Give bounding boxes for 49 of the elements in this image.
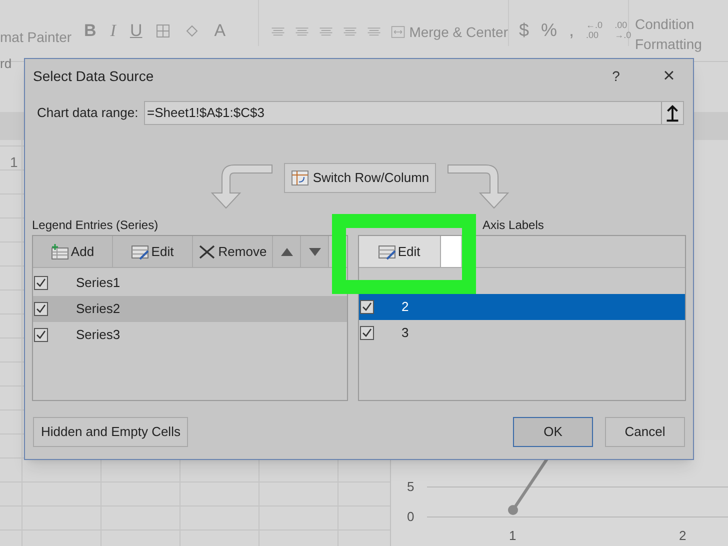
down-triangle-icon (308, 248, 320, 256)
edit-table-icon (378, 244, 396, 260)
fill-color-icon[interactable] (184, 24, 200, 38)
button-label: Formatting (635, 35, 702, 54)
move-up-button[interactable] (273, 236, 301, 267)
up-triangle-icon (280, 248, 292, 256)
clipboard-group-label: rd (0, 56, 12, 71)
panel-title: Axis Labels (482, 217, 544, 234)
axis-label: 5 (407, 479, 414, 494)
checkbox[interactable] (34, 276, 48, 290)
decimal-label: ←.0 (586, 20, 603, 30)
button-label: Condition (635, 15, 696, 34)
ok-button[interactable]: OK (513, 417, 593, 447)
checkbox[interactable] (360, 326, 374, 340)
hidden-empty-cells-button[interactable]: Hidden and Empty Cells (33, 417, 188, 447)
add-table-icon (50, 244, 69, 260)
panel-title: Legend Entries (Series) (32, 217, 160, 234)
decimal-label: .00 (586, 30, 600, 40)
field-value: =Sheet1!$A$1:$C$3 (146, 104, 266, 122)
move-down-button[interactable] (301, 236, 329, 267)
table-icon (290, 170, 309, 186)
axis-label: 1 (509, 528, 516, 543)
edit-button[interactable]: Edit (358, 236, 441, 267)
remove-button[interactable]: Remove (193, 236, 273, 267)
checkbox[interactable] (360, 300, 374, 314)
blank-field (440, 236, 461, 267)
series-row[interactable]: Series3 (33, 322, 323, 348)
delete-x-icon (198, 244, 216, 260)
series-row[interactable]: Series2 (33, 296, 347, 322)
cancel-button[interactable]: Cancel (605, 417, 685, 447)
checkbox[interactable] (34, 328, 48, 342)
help-button[interactable]: ? (601, 66, 631, 86)
series-row[interactable]: Series1 (33, 270, 323, 296)
edit-button[interactable]: Edit (113, 236, 193, 267)
axis-label-row[interactable]: 3 (358, 320, 685, 346)
field-label: Chart data range: (37, 104, 136, 122)
checkbox[interactable] (34, 302, 48, 316)
edit-table-icon (131, 244, 150, 260)
axis-label: 0 (407, 509, 414, 524)
dialog-title: Select Data Source (33, 66, 155, 86)
switch-row-column-button[interactable]: Switch Row/Column (284, 163, 436, 193)
axis-label-row[interactable]: 2 (358, 294, 685, 320)
add-button[interactable]: Add (33, 236, 113, 267)
decimal-label: .00 (614, 20, 628, 30)
axis-label: 2 (679, 528, 686, 543)
close-button[interactable]: × (657, 61, 681, 91)
row-header: 1 (10, 153, 18, 172)
range-field[interactable]: =Sheet1!$A$1:$C$3 (144, 101, 684, 125)
decimal-label: →.0 (614, 30, 632, 40)
